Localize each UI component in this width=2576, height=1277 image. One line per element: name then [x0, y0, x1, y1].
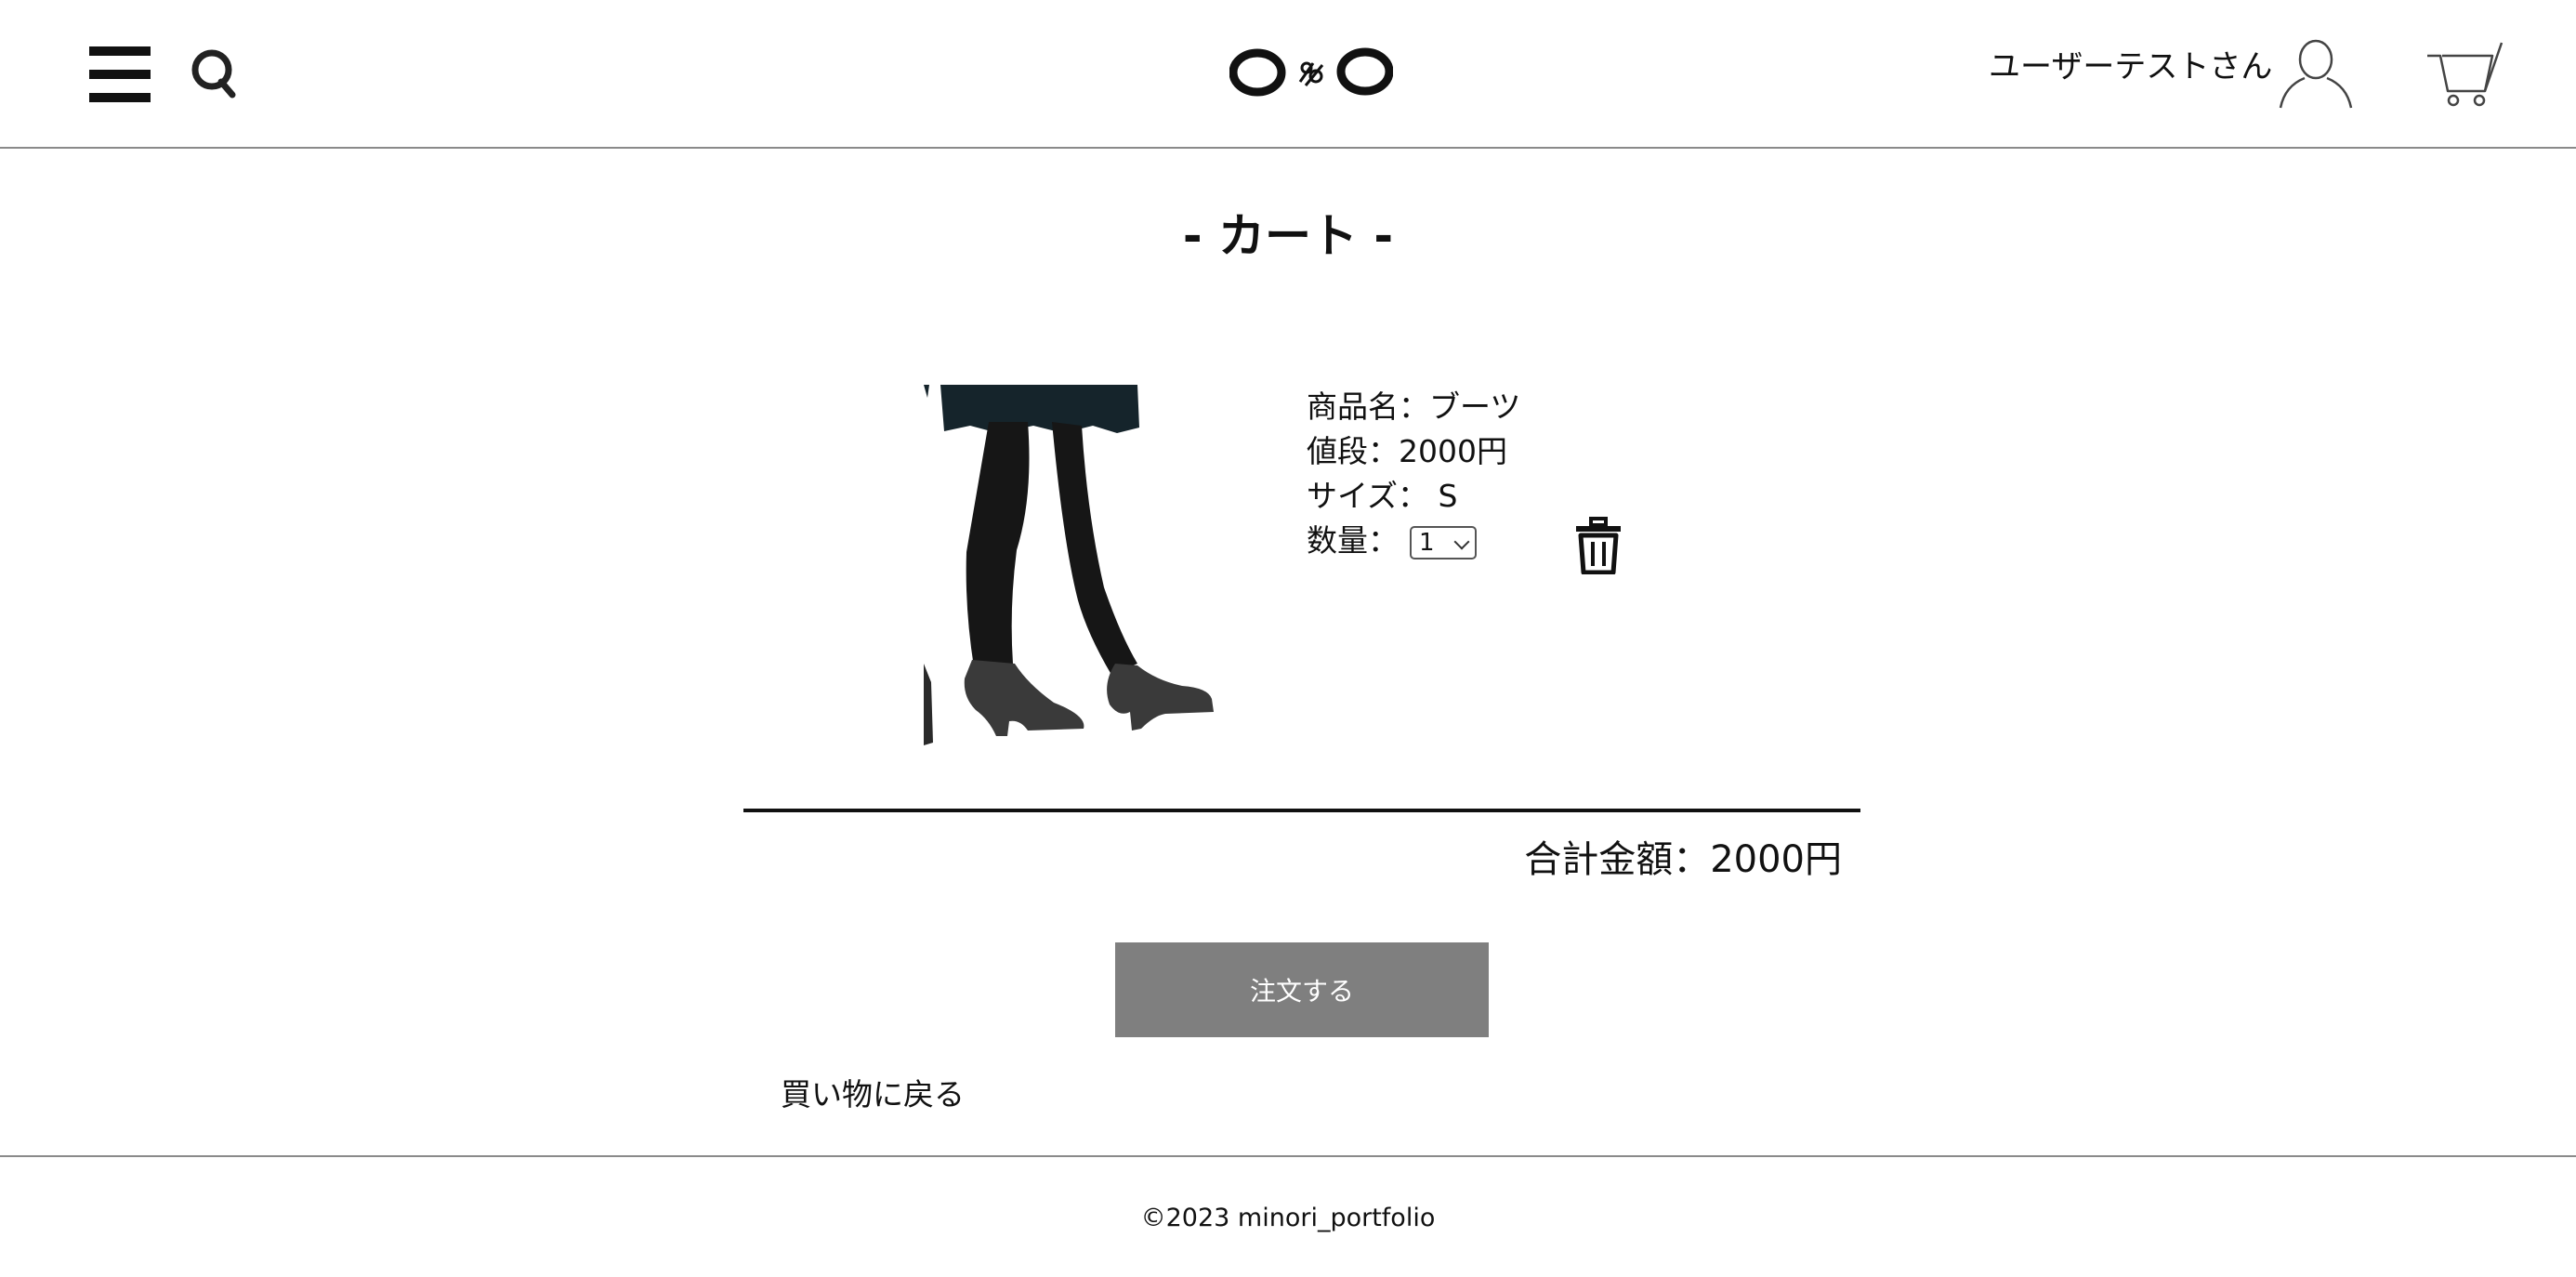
quantity-value: 1 [1419, 528, 1435, 557]
menu-icon[interactable] [89, 45, 151, 104]
trash-icon[interactable] [1574, 517, 1623, 574]
logo[interactable] [1229, 43, 1393, 100]
cart-icon[interactable] [2425, 41, 2504, 108]
item-details: 商品名：ブーツ 値段：2000円 サイズ： S 数量： 1 [1307, 385, 1520, 563]
total-amount: 合計金額：2000円 [1524, 838, 1842, 881]
quantity-select[interactable]: 1 [1410, 525, 1477, 560]
item-size: サイズ： S [1307, 478, 1458, 514]
divider [743, 809, 1860, 812]
product-image[interactable] [924, 385, 1214, 745]
item-price: 値段：2000円 [1307, 433, 1507, 469]
quantity-label: 数量： [1307, 522, 1399, 559]
item-quantity-row: 数量： 1 [1307, 519, 1520, 563]
order-button[interactable]: 注文する [1115, 942, 1489, 1037]
site-footer: ©2023 minori_portfolio [0, 1155, 2576, 1277]
back-to-shopping-link[interactable]: 買い物に戻る [781, 1073, 965, 1117]
item-name: 商品名：ブーツ [1307, 388, 1521, 425]
search-icon[interactable] [190, 46, 238, 100]
page-title: - カート - [1182, 209, 1394, 263]
copyright: ©2023 minori_portfolio [1140, 1204, 1436, 1232]
site-header: ユーザーテストさん [0, 0, 2576, 149]
user-name[interactable]: ユーザーテストさん [1989, 48, 2272, 86]
chevron-down-icon [1453, 533, 1470, 549]
user-icon[interactable] [2275, 35, 2353, 110]
